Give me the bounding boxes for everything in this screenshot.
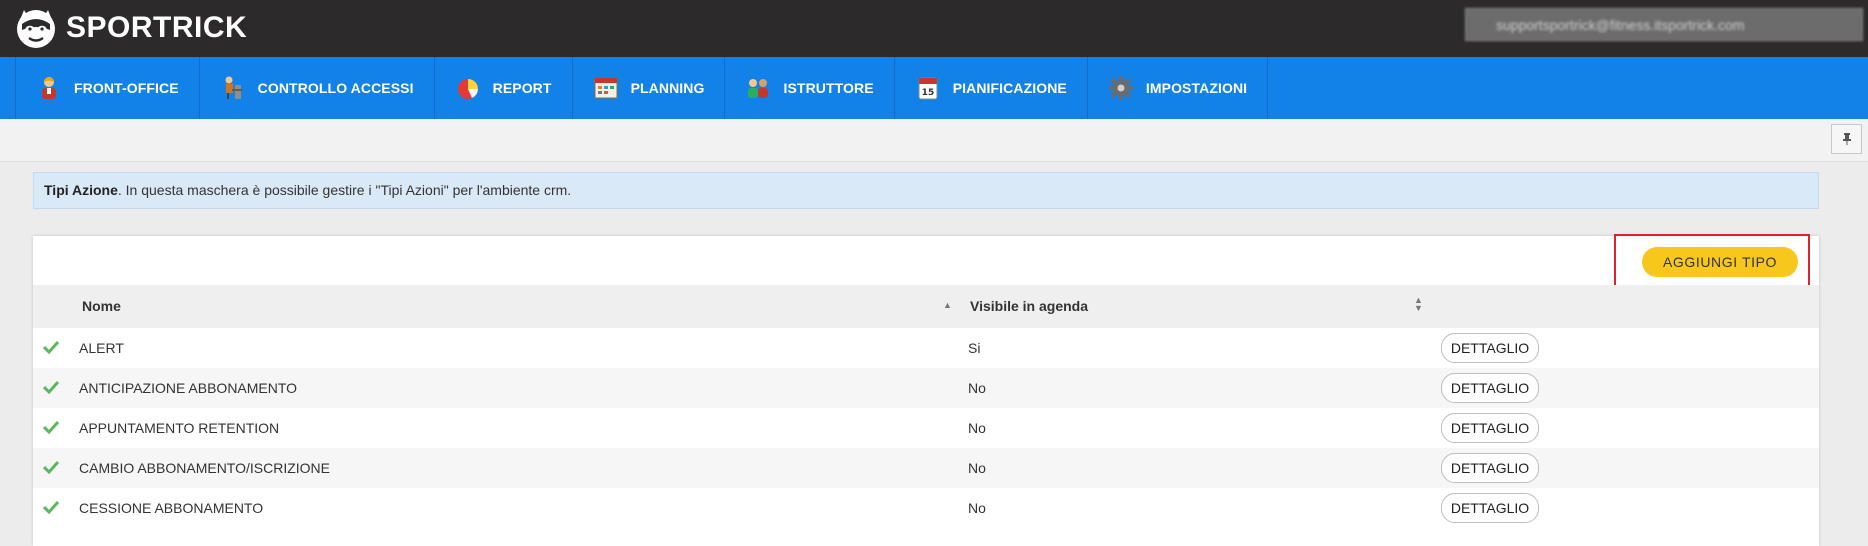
- person-icon: [42, 77, 56, 99]
- table-row: APPUNTAMENTO RETENTION No DETTAGLIO: [33, 408, 1819, 448]
- column-header-visibile[interactable]: Visibile in agenda: [970, 285, 1088, 328]
- sort-both-icon[interactable]: ▲ ▼: [1414, 296, 1423, 313]
- row-name: CESSIONE ABBONAMENTO: [79, 500, 264, 516]
- sort-asc-icon[interactable]: ▲: [943, 300, 952, 310]
- main-nav: FRONT-OFFICE CONTROLLO ACCESSI REPORT PL…: [0, 57, 1868, 119]
- detail-button[interactable]: DETTAGLIO: [1441, 413, 1539, 443]
- calendar-15-icon: 15: [918, 77, 938, 100]
- nav-item-planning[interactable]: PLANNING: [573, 57, 726, 119]
- turnstile-icon: [225, 76, 242, 99]
- logo[interactable]: SPORTRICK: [14, 2, 247, 54]
- nav-item-report[interactable]: REPORT: [435, 57, 573, 119]
- row-visible: No: [968, 460, 986, 476]
- add-type-button[interactable]: AGGIUNGI TIPO: [1642, 247, 1798, 277]
- nav-item-label: CONTROLLO ACCESSI: [257, 80, 414, 96]
- check-icon: [43, 460, 59, 474]
- nav-item-controllo-accessi[interactable]: CONTROLLO ACCESSI: [200, 57, 435, 119]
- check-icon: [43, 380, 59, 394]
- info-text: . In questa maschera è possibile gestire…: [117, 182, 572, 198]
- info-title: Tipi Azione: [44, 182, 118, 198]
- row-visible: No: [968, 500, 986, 516]
- row-name: CAMBIO ABBONAMENTO/ISCRIZIONE: [79, 460, 331, 476]
- user-account-field[interactable]: supportsportrick@fitness.itsportrick.com: [1465, 8, 1863, 41]
- detail-button[interactable]: DETTAGLIO: [1441, 373, 1539, 403]
- detail-button[interactable]: DETTAGLIO: [1441, 453, 1539, 483]
- logo-mascot-icon: [17, 10, 55, 48]
- info-banner: Tipi Azione. In questa maschera è possib…: [33, 172, 1819, 209]
- column-header-nome[interactable]: Nome: [82, 285, 121, 328]
- row-name: ALERT: [79, 340, 124, 356]
- nav-item-label: PLANNING: [630, 80, 705, 96]
- table-row: ANTICIPAZIONE ABBONAMENTO No DETTAGLIO: [33, 368, 1819, 408]
- svg-text:15: 15: [921, 88, 934, 98]
- nav-item-label: FRONT-OFFICE: [74, 80, 179, 96]
- nav-item-front-office[interactable]: FRONT-OFFICE: [15, 57, 200, 119]
- brand-name: SPORTRICK: [66, 11, 248, 44]
- row-name: ANTICIPAZIONE ABBONAMENTO: [79, 380, 298, 396]
- nav-item-label: IMPOSTAZIONI: [1145, 80, 1248, 96]
- nav-item-impostazioni[interactable]: IMPOSTAZIONI: [1087, 57, 1269, 119]
- calendar-grid-icon: [594, 77, 618, 99]
- nav-item-istruttore[interactable]: ISTRUTTORE: [725, 57, 895, 119]
- row-visible: Si: [968, 340, 981, 356]
- row-visible: No: [968, 420, 986, 436]
- nav-item-label: PIANIFICAZIONE: [952, 80, 1067, 96]
- check-icon: [43, 420, 59, 434]
- sub-toolbar: [0, 119, 1868, 162]
- nav-item-label: REPORT: [492, 80, 552, 96]
- check-icon: [43, 340, 59, 354]
- check-icon: [43, 500, 59, 514]
- top-bar: SPORTRICK supportsportrick@fitness.itspo…: [0, 0, 1868, 57]
- detail-button[interactable]: DETTAGLIO: [1441, 333, 1539, 363]
- table-header: Nome ▲ Visibile in agenda ▲ ▼: [33, 285, 1819, 328]
- pin-icon: [1842, 133, 1851, 145]
- row-name: APPUNTAMENTO RETENTION: [79, 420, 280, 436]
- nav-item-label: ISTRUTTORE: [783, 80, 874, 96]
- pin-button[interactable]: [1831, 124, 1862, 154]
- nav-item-pianificazione[interactable]: 15 PIANIFICAZIONE: [895, 57, 1088, 119]
- detail-button[interactable]: DETTAGLIO: [1441, 493, 1539, 523]
- table-row: ALERT Si DETTAGLIO: [33, 328, 1819, 368]
- row-visible: No: [968, 380, 986, 396]
- table-row: CESSIONE ABBONAMENTO No DETTAGLIO: [33, 488, 1819, 528]
- pie-chart-icon: [457, 79, 478, 99]
- instructor-icon: [748, 79, 769, 98]
- table-row: CAMBIO ABBONAMENTO/ISCRIZIONE No DETTAGL…: [33, 448, 1819, 488]
- gear-icon: [1108, 76, 1133, 100]
